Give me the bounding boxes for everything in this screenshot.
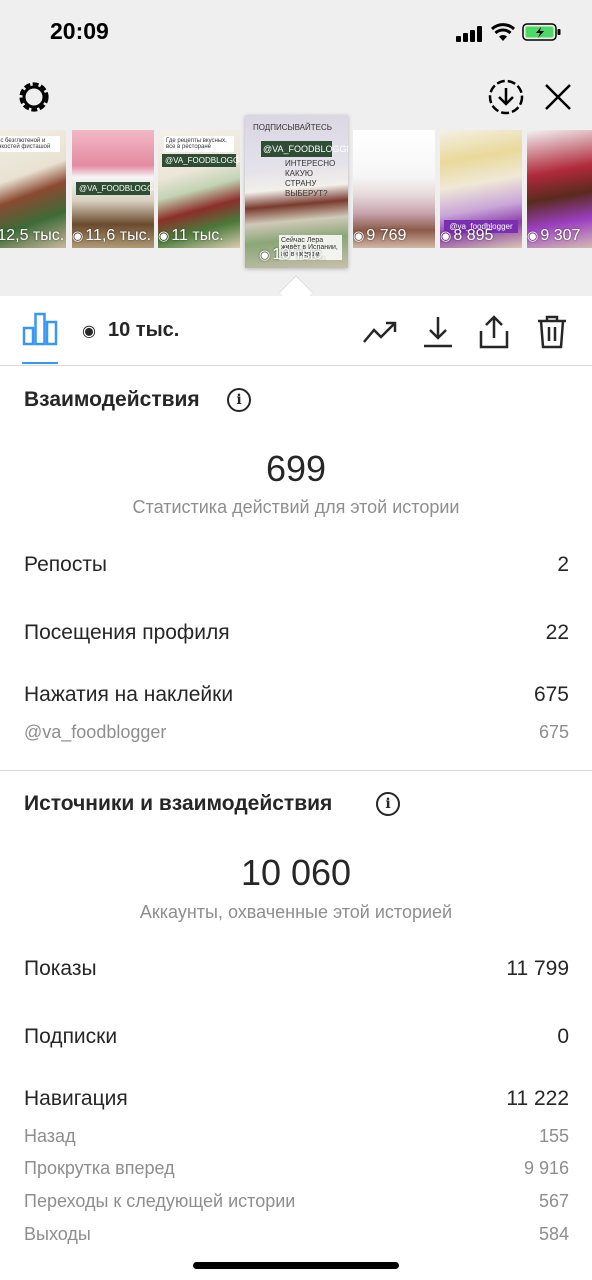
interactions-title: Взаимодействия xyxy=(24,388,200,411)
story-thumbnail[interactable]: @VA_FOODBLOGGER ◉11,6 тыс. xyxy=(72,130,154,248)
metric-row-sticker-taps: Нажатия на наклейки 675 xyxy=(24,683,569,713)
metric-value: 675 xyxy=(538,722,569,742)
discovery-total: 10 060 xyxy=(240,852,352,893)
active-tab-indicator xyxy=(22,362,58,364)
metric-row-sticker-mention: @va_foodblogger 675 xyxy=(24,722,569,752)
metric-value: 155 xyxy=(538,1126,569,1146)
info-icon[interactable]: i xyxy=(376,792,400,816)
view-count-label: 10 тыс. xyxy=(108,319,180,341)
metric-row-reposts: Репосты 2 xyxy=(24,553,569,583)
view-count: 11 тыс. xyxy=(171,227,224,244)
trash-icon[interactable] xyxy=(534,314,570,350)
home-indicator[interactable] xyxy=(193,1262,399,1269)
promote-trend-icon[interactable] xyxy=(362,314,398,350)
metric-value: 0 xyxy=(557,1025,569,1048)
view-count: 10 тыс. xyxy=(272,246,326,263)
story-header: 20:09 ер с безглютеной и тонкостей фиста… xyxy=(0,0,592,296)
nav-row-back: Назад 155 xyxy=(24,1126,569,1156)
view-count: 9 307 xyxy=(540,227,581,244)
metric-label: Назад xyxy=(24,1126,76,1146)
share-icon[interactable] xyxy=(476,314,512,350)
wifi-icon xyxy=(490,23,516,41)
eye-icon: ◉ xyxy=(72,228,84,243)
metric-value: 584 xyxy=(538,1224,569,1244)
metric-label: Навигация xyxy=(24,1087,128,1110)
nav-row-next-story: Переходы к следующей истории 567 xyxy=(24,1191,569,1221)
metric-value: 11 799 xyxy=(506,957,569,980)
view-count: 9 769 xyxy=(366,227,407,244)
metric-value: 11 222 xyxy=(506,1087,569,1110)
story-thumbnail[interactable]: ер с безглютеной и тонкостей фисташой ◉1… xyxy=(0,130,66,248)
info-icon[interactable]: i xyxy=(227,388,251,412)
eye-icon: ◉ xyxy=(353,228,365,243)
metric-value: 22 xyxy=(545,621,569,644)
metric-label: Посещения профиля xyxy=(24,621,230,644)
eye-icon: ◉ xyxy=(158,228,170,243)
metric-row-impressions: Показы 11 799 xyxy=(24,957,569,987)
view-count: 8 895 xyxy=(453,227,494,244)
download-icon[interactable] xyxy=(420,314,456,350)
metric-row-follows: Подписки 0 xyxy=(24,1025,569,1055)
eye-icon: ◉ xyxy=(440,228,452,243)
metric-label: Репосты xyxy=(24,553,108,576)
metric-label: Выходы xyxy=(24,1224,91,1244)
nav-row-exited: Выходы 584 xyxy=(24,1224,569,1254)
metric-label: Подписки xyxy=(24,1025,118,1048)
signal-icon xyxy=(456,26,484,42)
metric-value: 675 xyxy=(533,683,569,706)
status-bar: 20:09 xyxy=(0,0,592,64)
story-thumbnail-selected[interactable]: ПОДПИСЫВАЙТЕСЬ @VA_FOODBLOGGER ИНТЕРЕСНО… xyxy=(245,115,348,268)
insights-toolbar: ◉ 10 тыс. xyxy=(0,296,592,366)
download-circle-icon[interactable] xyxy=(486,77,526,117)
metric-label: Показы xyxy=(24,957,97,980)
view-count: 12,5 тыс. xyxy=(0,227,65,244)
status-time: 20:09 xyxy=(50,18,109,44)
story-thumbnails: ер с безглютеной и тонкостей фисташой ◉1… xyxy=(0,112,592,272)
discovery-title: Источники и взаимодействия xyxy=(24,792,333,815)
settings-gear-icon[interactable] xyxy=(14,77,54,117)
close-icon[interactable] xyxy=(538,77,578,117)
metric-label: Прокрутка вперед xyxy=(24,1158,175,1178)
story-thumbnail[interactable]: ◉ 9 769 xyxy=(353,130,435,248)
insights-bars-icon[interactable] xyxy=(22,312,58,346)
section-divider xyxy=(0,770,592,771)
interactions-subtitle: Статистика действий для этой истории xyxy=(132,497,460,517)
metric-row-profile-visits: Посещения профиля 22 xyxy=(24,621,569,651)
metric-label: Переходы к следующей истории xyxy=(24,1191,296,1211)
metric-value: 2 xyxy=(557,553,569,576)
story-thumbnail[interactable]: ◉ 9 307 xyxy=(527,130,592,248)
metric-row-navigation: Навигация 11 222 xyxy=(24,1087,569,1117)
story-thumbnail[interactable]: Где рецепты вкусных, все в ресторане @VA… xyxy=(158,130,240,248)
eye-icon: ◉ xyxy=(82,323,96,340)
battery-icon xyxy=(522,23,561,41)
eye-icon: ◉ xyxy=(259,247,271,262)
view-count: 11,6 тыс. xyxy=(85,227,152,244)
interactions-total: 699 xyxy=(265,448,327,489)
metric-value: 567 xyxy=(538,1191,569,1211)
nav-row-forward: Прокрутка вперед 9 916 xyxy=(24,1158,569,1188)
metric-label: @va_foodblogger xyxy=(24,722,167,742)
metric-label: Нажатия на наклейки xyxy=(24,683,234,706)
discovery-subtitle: Аккаунты, охваченные этой историей xyxy=(139,902,453,922)
story-thumbnail[interactable]: @va_foodblogger ◉ 8 895 xyxy=(440,130,522,248)
eye-icon: ◉ xyxy=(527,228,539,243)
metric-value: 9 916 xyxy=(523,1158,569,1178)
